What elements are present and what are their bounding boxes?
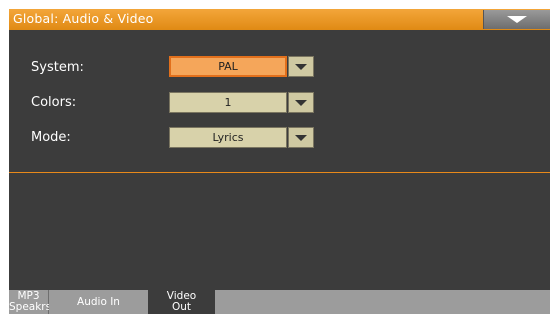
page-menu-button[interactable] — [483, 10, 550, 29]
tab-mp3-line2: Speakrs — [9, 301, 52, 313]
chevron-down-icon — [507, 16, 527, 23]
chevron-down-icon — [295, 100, 307, 106]
page-title: Global: Audio & Video — [13, 11, 154, 26]
tab-bar: MP3 Speakrs Audio In Video Out — [9, 290, 550, 314]
tab-mp3-speakrs[interactable]: MP3 Speakrs — [9, 290, 52, 314]
mode-value: Lyrics — [212, 131, 244, 144]
tab-audio-in-label: Audio In — [77, 296, 120, 308]
chevron-down-icon — [295, 135, 307, 141]
tab-video-out[interactable]: Video Out — [148, 290, 215, 314]
system-value: PAL — [218, 60, 238, 73]
colors-label: Colors: — [31, 95, 77, 110]
tab-video-line2: Out — [171, 301, 192, 313]
mode-dropdown-button[interactable] — [288, 127, 314, 148]
colors-field[interactable]: 1 — [169, 92, 287, 113]
mode-field[interactable]: Lyrics — [169, 127, 287, 148]
title-bar: Global: Audio & Video — [9, 9, 550, 30]
system-dropdown-button[interactable] — [288, 56, 314, 77]
screen: Global: Audio & Video System: PAL Colors… — [9, 9, 550, 314]
chevron-down-icon — [295, 64, 307, 70]
section-divider — [9, 172, 550, 173]
colors-value: 1 — [224, 96, 232, 109]
system-label: System: — [31, 60, 84, 75]
mode-label: Mode: — [31, 130, 71, 145]
colors-dropdown-button[interactable] — [288, 92, 314, 113]
tab-audio-in[interactable]: Audio In — [49, 290, 148, 314]
system-field[interactable]: PAL — [169, 56, 287, 77]
